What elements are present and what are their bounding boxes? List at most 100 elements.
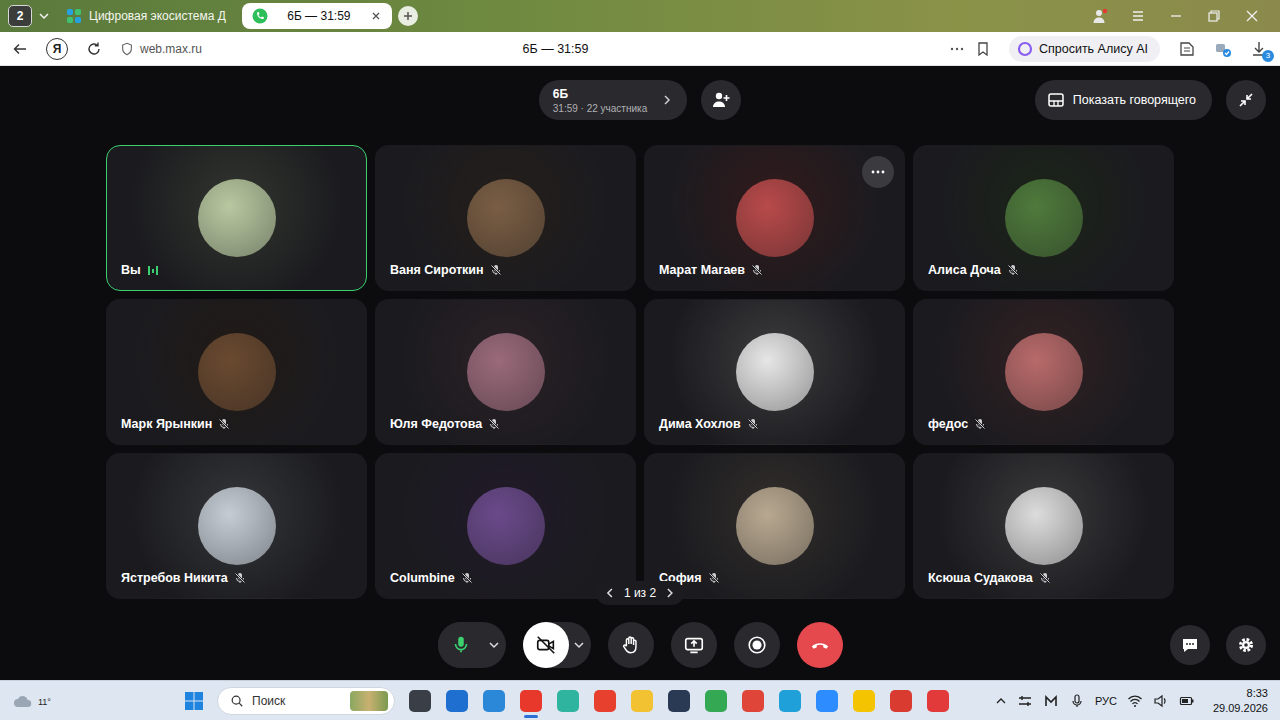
taskbar-app[interactable] bbox=[704, 683, 728, 719]
reader-icon[interactable] bbox=[1178, 40, 1196, 58]
mic-off-icon bbox=[1007, 264, 1019, 276]
speaker-icon[interactable] bbox=[1153, 693, 1169, 709]
tray-chevron-icon[interactable] bbox=[995, 695, 1007, 707]
taskbar-app[interactable] bbox=[741, 683, 765, 719]
taskbar-app[interactable] bbox=[778, 683, 802, 719]
participant-tile[interactable]: Алиса Доча bbox=[913, 145, 1174, 291]
participant-tile[interactable]: Марк Ярынкин bbox=[106, 299, 367, 445]
close-tab-icon[interactable] bbox=[370, 10, 382, 22]
bookmark-icon[interactable] bbox=[975, 41, 991, 57]
app-icon bbox=[557, 690, 579, 712]
control-button[interactable] bbox=[608, 622, 654, 668]
taskbar-search[interactable]: Поиск bbox=[217, 687, 395, 715]
taskbar-app[interactable] bbox=[445, 683, 469, 719]
back-arrow-icon[interactable] bbox=[12, 41, 28, 57]
taskbar-app[interactable] bbox=[556, 683, 580, 719]
browser-tab[interactable]: Цифровая экосистема Д bbox=[56, 3, 236, 29]
url-field[interactable]: web.max.ru6Б — 31:59 bbox=[120, 41, 991, 57]
control-menu-chevron-icon[interactable] bbox=[488, 639, 500, 651]
layout-icon bbox=[1047, 91, 1065, 109]
participant-tile[interactable]: Юля Федотова bbox=[375, 299, 636, 445]
participant-tile[interactable]: Ястребов Никита bbox=[106, 453, 367, 599]
prev-page-icon[interactable] bbox=[604, 587, 616, 599]
clock[interactable]: 8:3329.09.2026 bbox=[1205, 686, 1268, 715]
participant-name-row: Ваня Сироткин bbox=[376, 263, 635, 290]
wifi-icon[interactable] bbox=[1127, 693, 1143, 709]
participant-tile[interactable]: Ксюша Судакова bbox=[913, 453, 1174, 599]
taskbar-app[interactable] bbox=[408, 683, 432, 719]
mic-off-icon bbox=[490, 264, 502, 276]
participant-tile[interactable]: Марат Магаев bbox=[644, 145, 905, 291]
new-tab-button[interactable] bbox=[398, 6, 418, 26]
yandex-button[interactable]: Я bbox=[46, 38, 68, 60]
participant-tile[interactable]: Вы bbox=[106, 145, 367, 291]
settings-button[interactable] bbox=[1226, 625, 1266, 665]
chevron-down-icon[interactable] bbox=[38, 10, 50, 22]
restore-icon[interactable] bbox=[1206, 8, 1222, 24]
control-button[interactable] bbox=[438, 622, 484, 668]
participant-avatar bbox=[198, 333, 276, 411]
taskbar-app[interactable] bbox=[482, 683, 506, 719]
taskbar-app[interactable] bbox=[630, 683, 654, 719]
participant-avatar bbox=[467, 487, 545, 565]
close-window-icon[interactable] bbox=[1244, 8, 1260, 24]
windows-start-icon[interactable] bbox=[184, 691, 204, 711]
downloads-button[interactable]: 3 bbox=[1250, 40, 1268, 58]
reload-icon[interactable] bbox=[86, 41, 102, 57]
collapse-button[interactable] bbox=[1226, 80, 1266, 120]
taskbar-app[interactable] bbox=[852, 683, 876, 719]
participant-avatar bbox=[736, 333, 814, 411]
chat-button[interactable] bbox=[1170, 625, 1210, 665]
control-menu-chevron-icon[interactable] bbox=[573, 639, 585, 651]
add-participant-button[interactable] bbox=[701, 80, 741, 120]
control-button[interactable] bbox=[734, 622, 780, 668]
next-page-icon[interactable] bbox=[664, 587, 676, 599]
taskbar-app[interactable] bbox=[889, 683, 913, 719]
input-language[interactable]: РУС bbox=[1095, 695, 1117, 707]
participant-avatar bbox=[736, 487, 814, 565]
participant-name: Ваня Сироткин bbox=[390, 263, 484, 277]
participant-avatar bbox=[198, 487, 276, 565]
tile-menu-button[interactable] bbox=[862, 156, 894, 188]
battery-icon[interactable] bbox=[1179, 693, 1195, 709]
participant-avatar bbox=[467, 179, 545, 257]
participant-tile[interactable]: София bbox=[644, 453, 905, 599]
app-icon bbox=[668, 690, 690, 712]
participant-name: Ксюша Судакова bbox=[928, 571, 1033, 585]
call-info-button[interactable]: 6Б31:59 · 22 участника bbox=[539, 80, 687, 120]
show-speaker-button[interactable]: Показать говорящего bbox=[1035, 80, 1212, 120]
control-button[interactable] bbox=[797, 622, 843, 668]
participant-name-row: Вы bbox=[107, 263, 366, 290]
profile-icon[interactable] bbox=[1092, 8, 1108, 24]
participant-tile[interactable]: Columbine bbox=[375, 453, 636, 599]
taskbar-app[interactable] bbox=[593, 683, 617, 719]
participant-avatar bbox=[736, 179, 814, 257]
alice-button[interactable]: Спросить Алису AI bbox=[1009, 36, 1160, 62]
minimize-icon[interactable] bbox=[1168, 8, 1184, 24]
control-group bbox=[523, 622, 591, 668]
more-dots-icon[interactable] bbox=[949, 41, 965, 57]
call-header: 6Б31:59 · 22 участника Показать говорящег… bbox=[0, 66, 1280, 120]
control-button[interactable] bbox=[523, 622, 569, 668]
menu-icon[interactable] bbox=[1130, 8, 1146, 24]
tab-label: 6Б — 31:59 bbox=[275, 9, 363, 23]
page-title: 6Б — 31:59 bbox=[523, 42, 589, 56]
participant-tile[interactable]: федос bbox=[913, 299, 1174, 445]
browser-tab[interactable]: 6Б — 31:59 bbox=[242, 3, 392, 29]
participant-name-row: Марат Магаев bbox=[645, 263, 904, 290]
participant-tile[interactable]: Дима Хохлов bbox=[644, 299, 905, 445]
taskbar-app[interactable] bbox=[815, 683, 839, 719]
weather-widget[interactable]: 11° bbox=[12, 693, 184, 709]
participant-name: Юля Федотова bbox=[390, 417, 482, 431]
tray-app-icon[interactable] bbox=[1017, 693, 1033, 709]
tab-counter[interactable]: 2 bbox=[8, 5, 32, 27]
search-placeholder: Поиск bbox=[252, 694, 342, 708]
taskbar-app[interactable] bbox=[519, 683, 543, 719]
control-button[interactable] bbox=[671, 622, 717, 668]
taskbar-app[interactable] bbox=[926, 683, 950, 719]
tray-meter-icon[interactable] bbox=[1043, 693, 1059, 709]
participant-tile[interactable]: Ваня Сироткин bbox=[375, 145, 636, 291]
tray-mic-icon[interactable] bbox=[1069, 693, 1085, 709]
taskbar-app[interactable] bbox=[667, 683, 691, 719]
extensions-icon[interactable] bbox=[1214, 40, 1232, 58]
